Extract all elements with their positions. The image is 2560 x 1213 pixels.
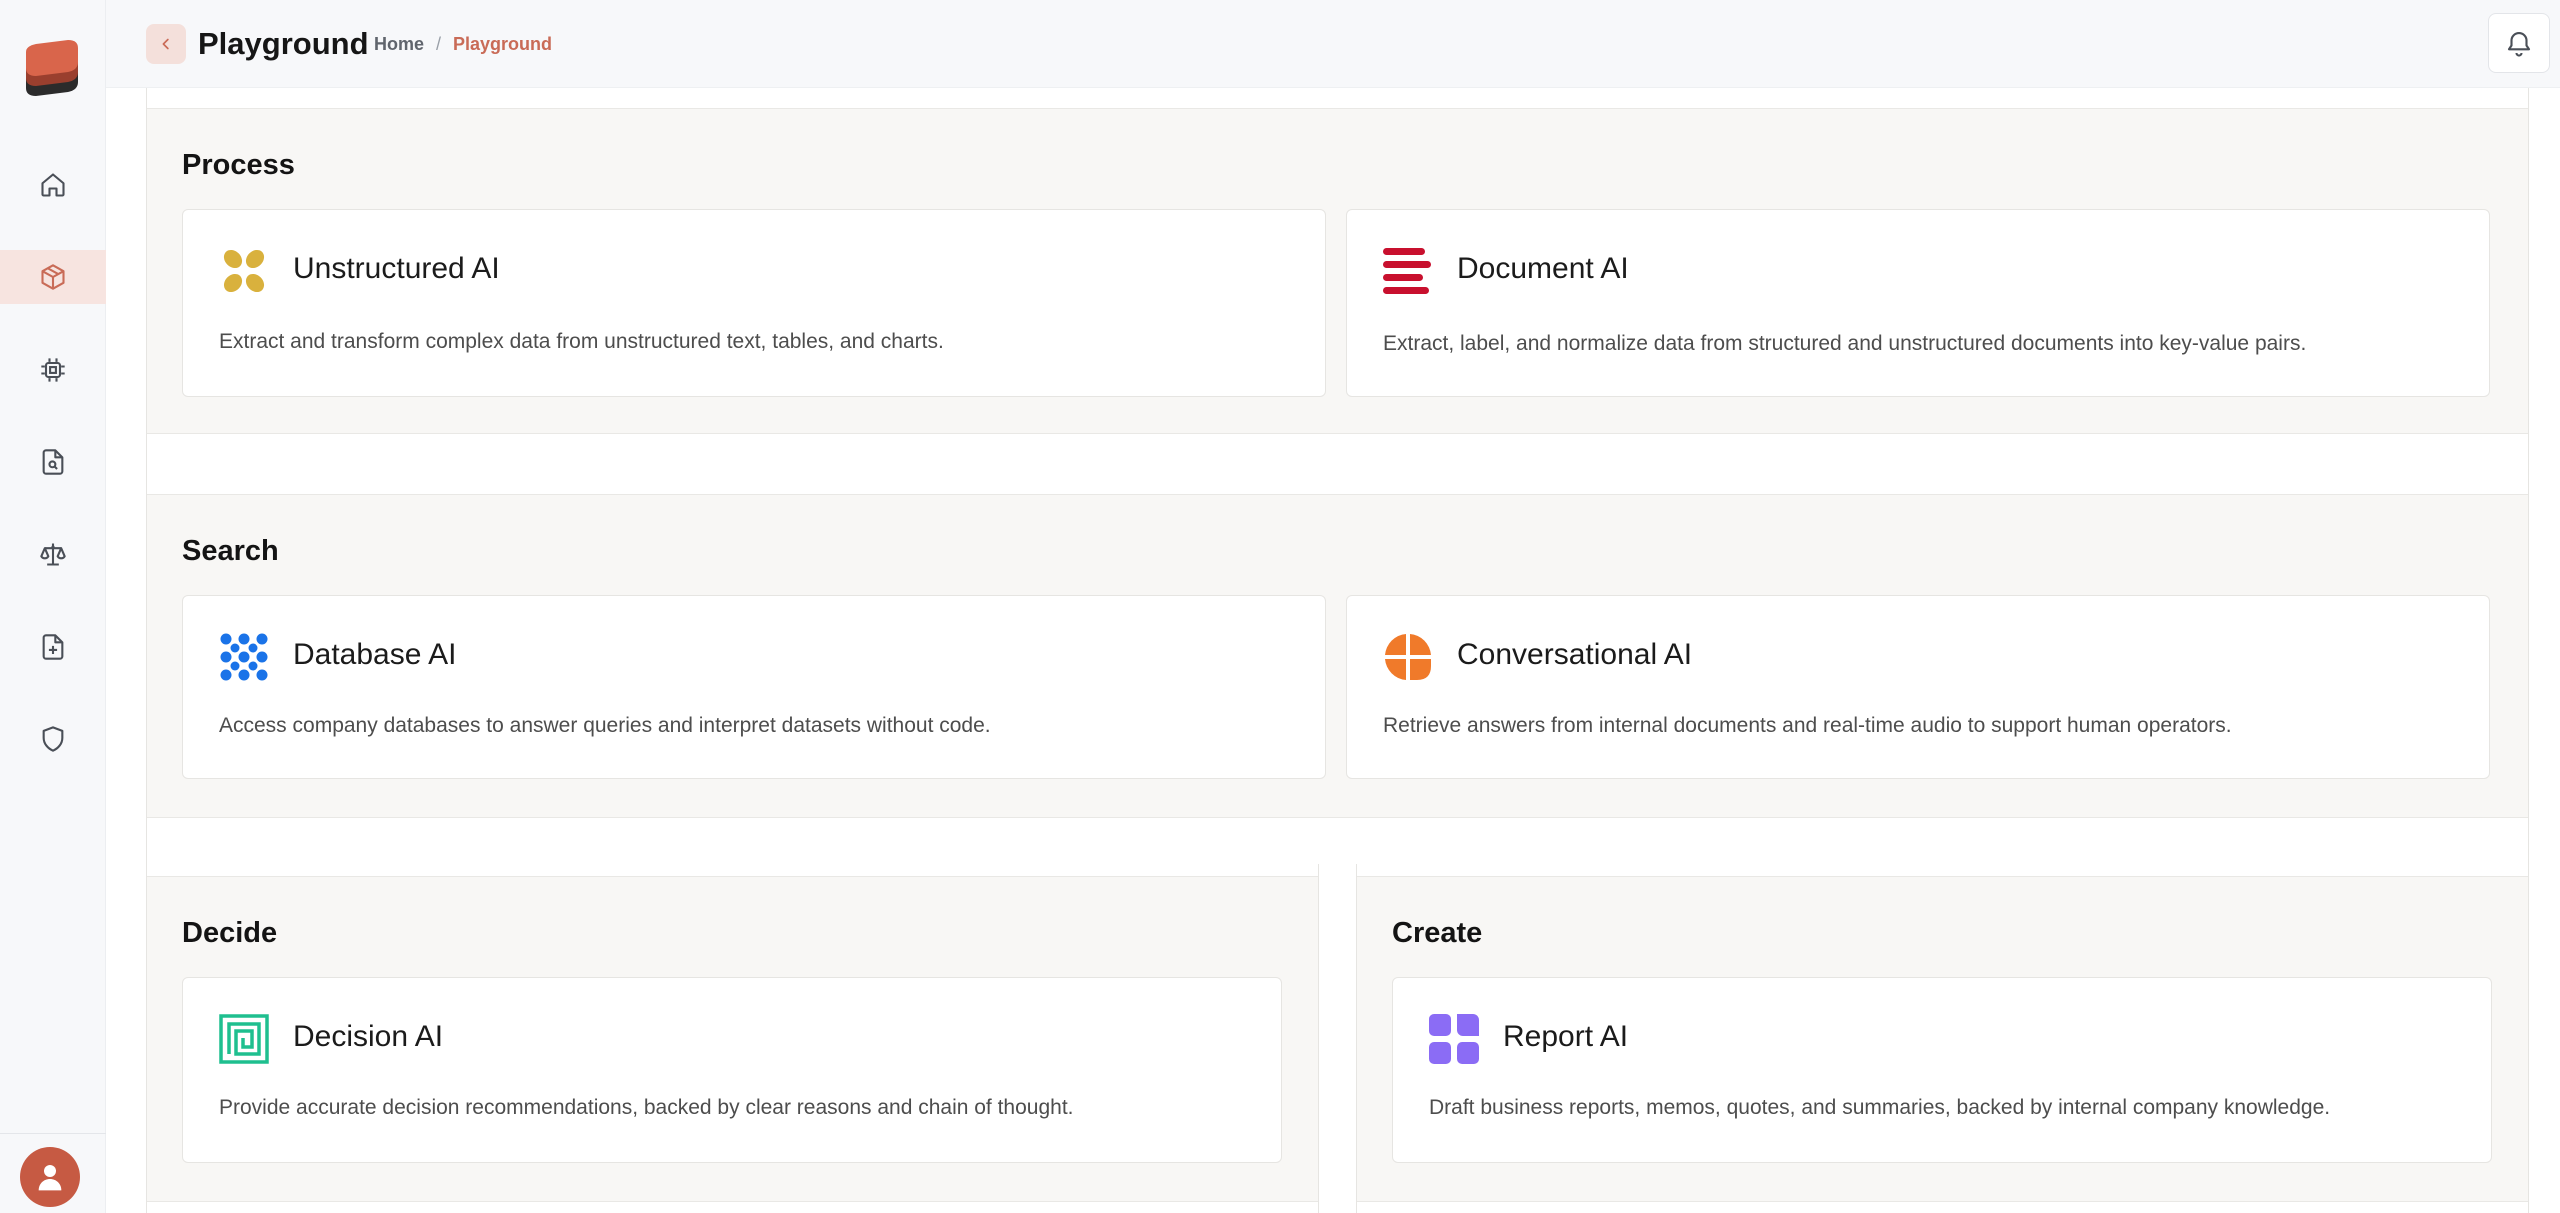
breadcrumb-home[interactable]: Home [374,32,424,56]
card-document-ai[interactable]: Document AI Extract, label, and normaliz… [1346,209,2490,397]
card-title: Decision AI [293,1020,444,1053]
cube-icon [41,264,65,290]
sidebar-item-home[interactable] [0,158,106,212]
card-title: Conversational AI [1457,638,1693,671]
report-ai-icon [1429,1014,1479,1064]
file-plus-icon [42,634,64,660]
document-ai-icon [1383,248,1431,294]
chip-icon [41,358,65,382]
section-title: Create [1392,917,1483,949]
avatar[interactable] [20,1147,80,1207]
card-title: Report AI [1503,1020,1629,1053]
section-title: Process [182,149,295,181]
breadcrumb: Home / Playground [374,32,552,56]
unstructured-ai-icon [223,249,265,293]
card-title: Document AI [1457,252,1629,285]
decision-ai-icon [219,1014,269,1064]
notifications-button[interactable] [2488,13,2550,73]
card-description: Access company databases to answer queri… [219,714,991,737]
user-icon [38,1165,62,1191]
sidebar-item-compliance[interactable] [0,527,106,581]
sidebar [0,0,106,1213]
card-report-ai[interactable]: Report AI Draft business reports, memos,… [1392,977,2492,1163]
chevron-left-icon [162,38,169,50]
card-description: Retrieve answers from internal documents… [1383,714,2232,737]
card-database-ai[interactable]: Database AI Access company databases to … [182,595,1326,779]
shield-icon [42,726,64,752]
section-process: Process Unstructured AI Extract and tran… [146,108,2528,434]
sidebar-item-models[interactable] [0,343,106,397]
page-title: Playground [198,26,369,61]
logo[interactable] [22,38,82,100]
breadcrumb-separator: / [436,34,442,54]
home-icon [41,173,65,197]
section-create: Create Report AI Draft business reports,… [1356,876,2528,1202]
grid-line [146,88,147,1213]
header: Playground Home / Playground [106,0,2560,88]
grid-line [1356,864,1357,1213]
conversational-ai-icon [1385,634,1431,680]
card-decision-ai[interactable]: Decision AI Provide accurate decision re… [182,977,1282,1163]
grid-line [2528,88,2529,1213]
file-search-icon [42,449,64,475]
bell-icon [2507,32,2531,57]
breadcrumb-current: Playground [453,34,553,54]
sidebar-item-documents[interactable] [0,435,106,489]
scale-icon [40,543,66,566]
grid-line [1318,864,1319,1213]
card-conversational-ai[interactable]: Conversational AI Retrieve answers from … [1346,595,2490,779]
section-decide: Decide Decision AI Provide accurate deci… [146,876,1318,1202]
card-description: Extract and transform complex data from … [219,330,944,353]
card-description: Provide accurate decision recommendation… [219,1096,1074,1119]
card-description: Draft business reports, memos, quotes, a… [1429,1096,2331,1119]
sidebar-item-create[interactable] [0,620,106,674]
sidebar-divider [0,1133,106,1134]
card-title: Unstructured AI [293,252,500,285]
card-title: Database AI [293,638,457,671]
section-title: Decide [182,917,278,949]
card-unstructured-ai[interactable]: Unstructured AI Extract and transform co… [182,209,1326,397]
back-button[interactable] [146,24,186,64]
section-title: Search [182,535,279,567]
sidebar-item-security[interactable] [0,712,106,766]
database-ai-icon [220,633,268,681]
section-search: Search Database AI Access company databa… [146,494,2528,818]
sidebar-item-playground[interactable] [0,250,106,304]
card-description: Extract, label, and normalize data from … [1383,332,2307,355]
